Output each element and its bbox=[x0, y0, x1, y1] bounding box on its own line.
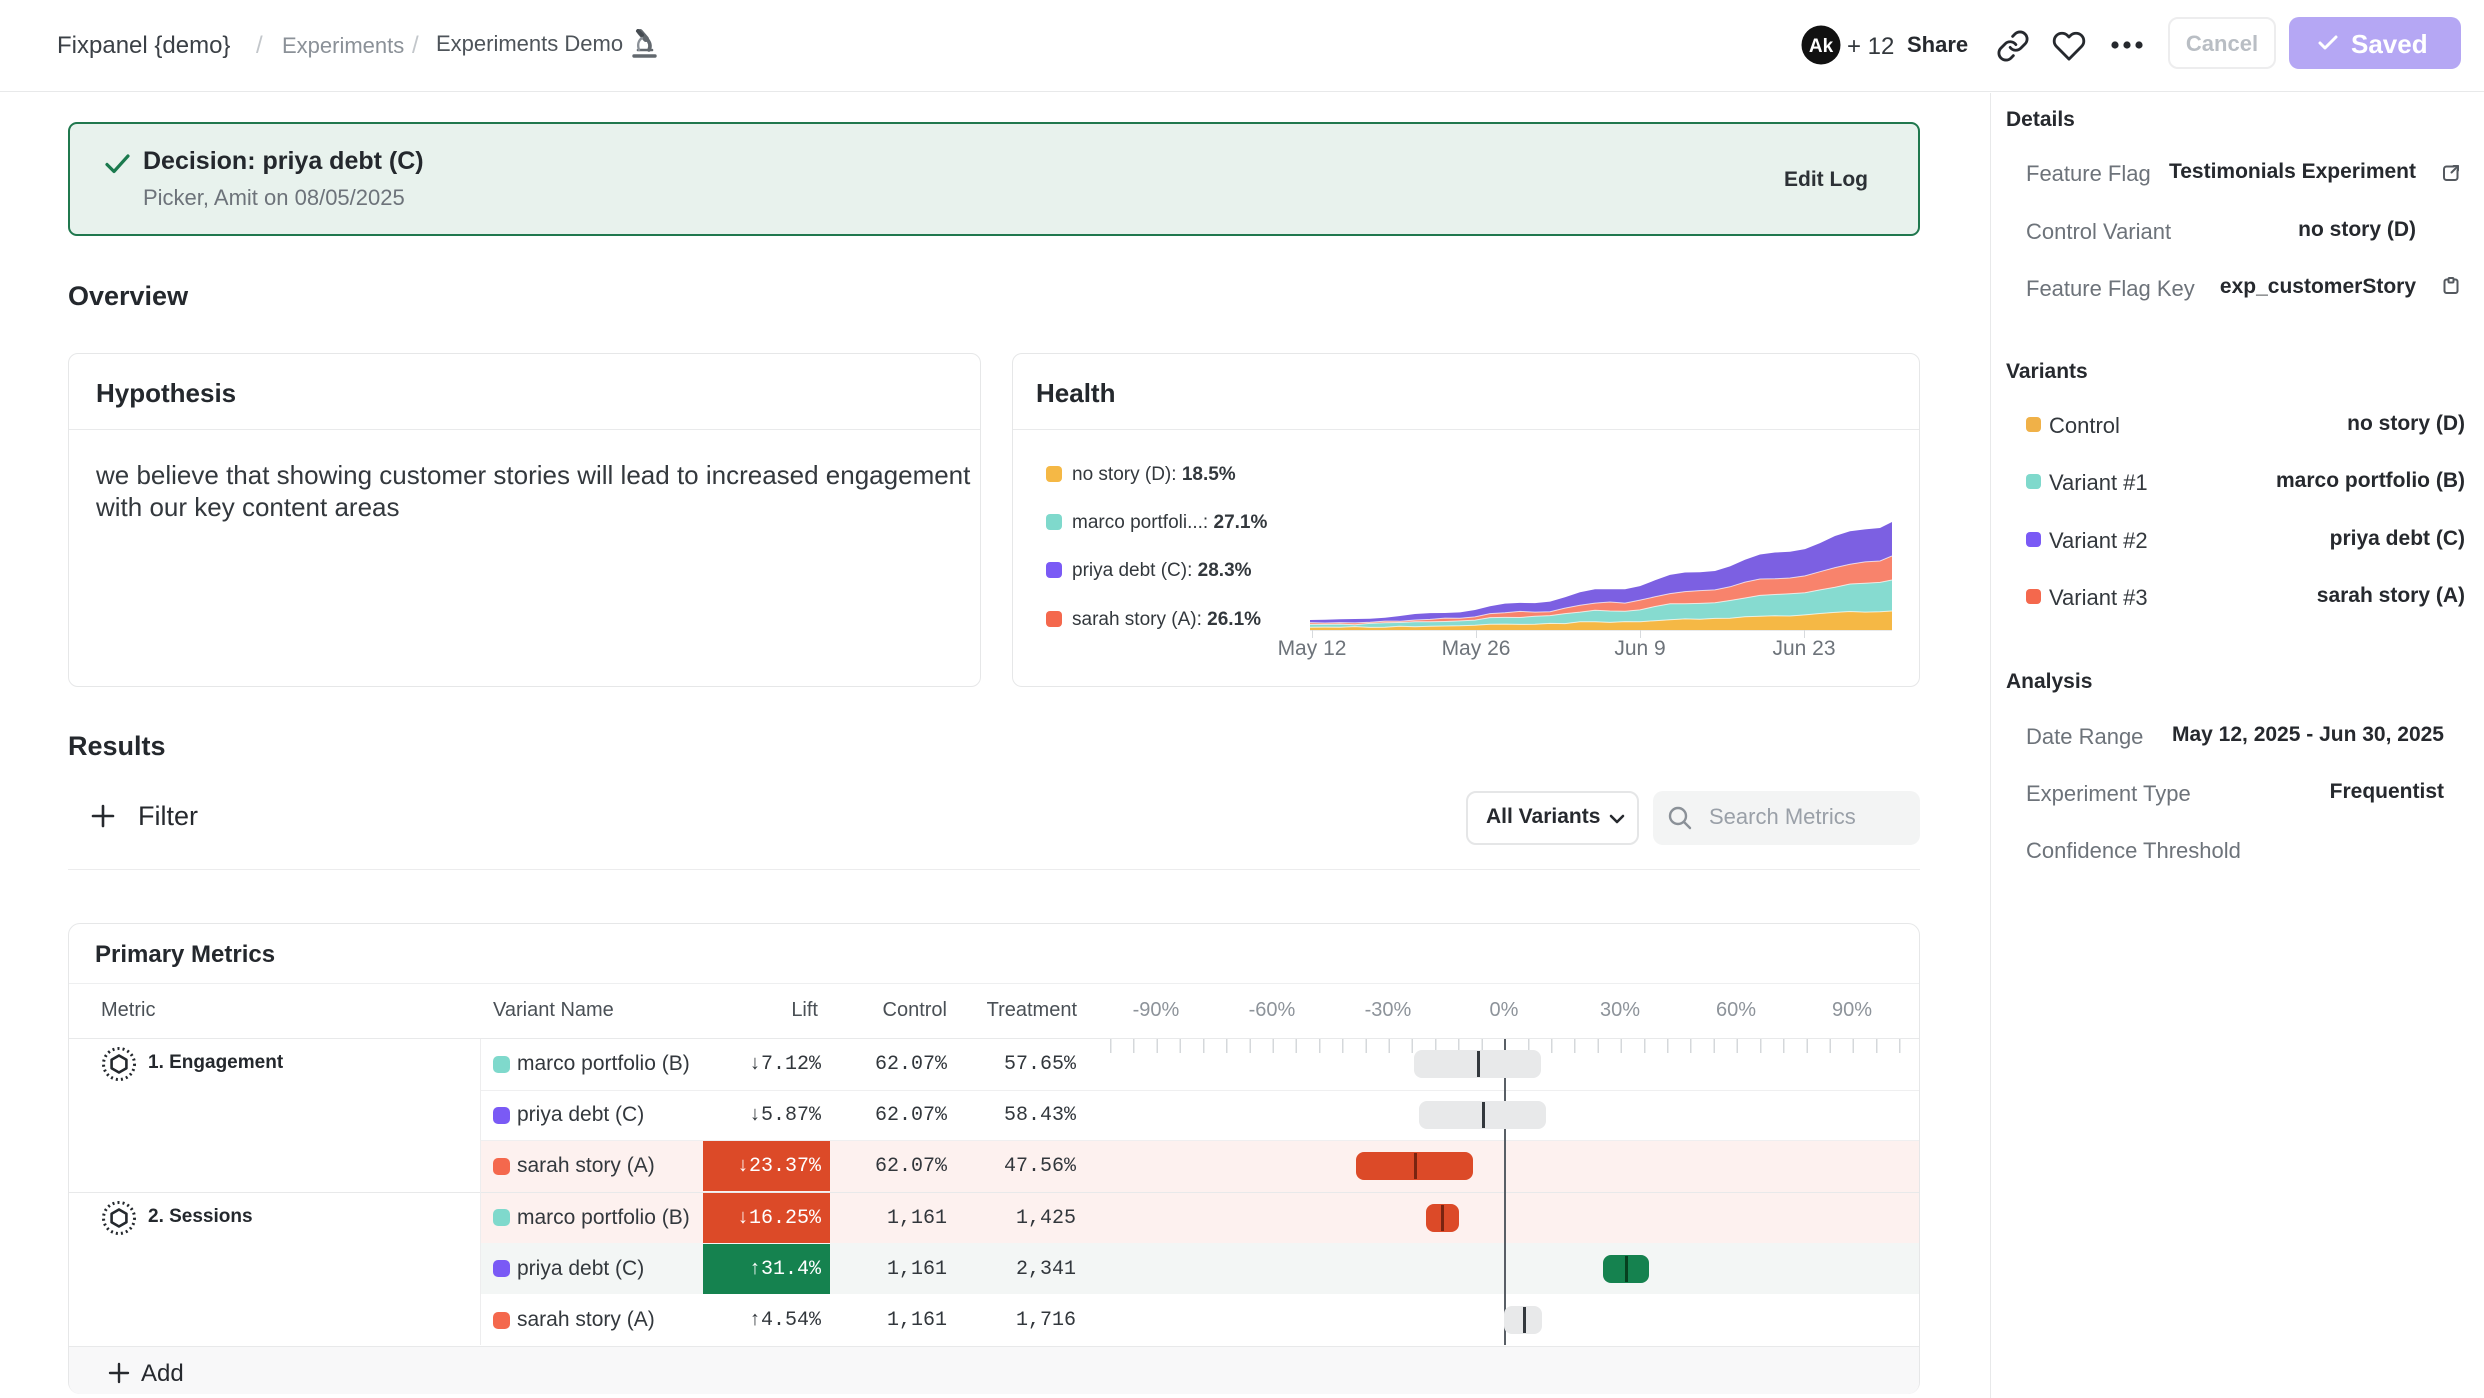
svg-text:Ak: Ak bbox=[1809, 36, 1834, 57]
